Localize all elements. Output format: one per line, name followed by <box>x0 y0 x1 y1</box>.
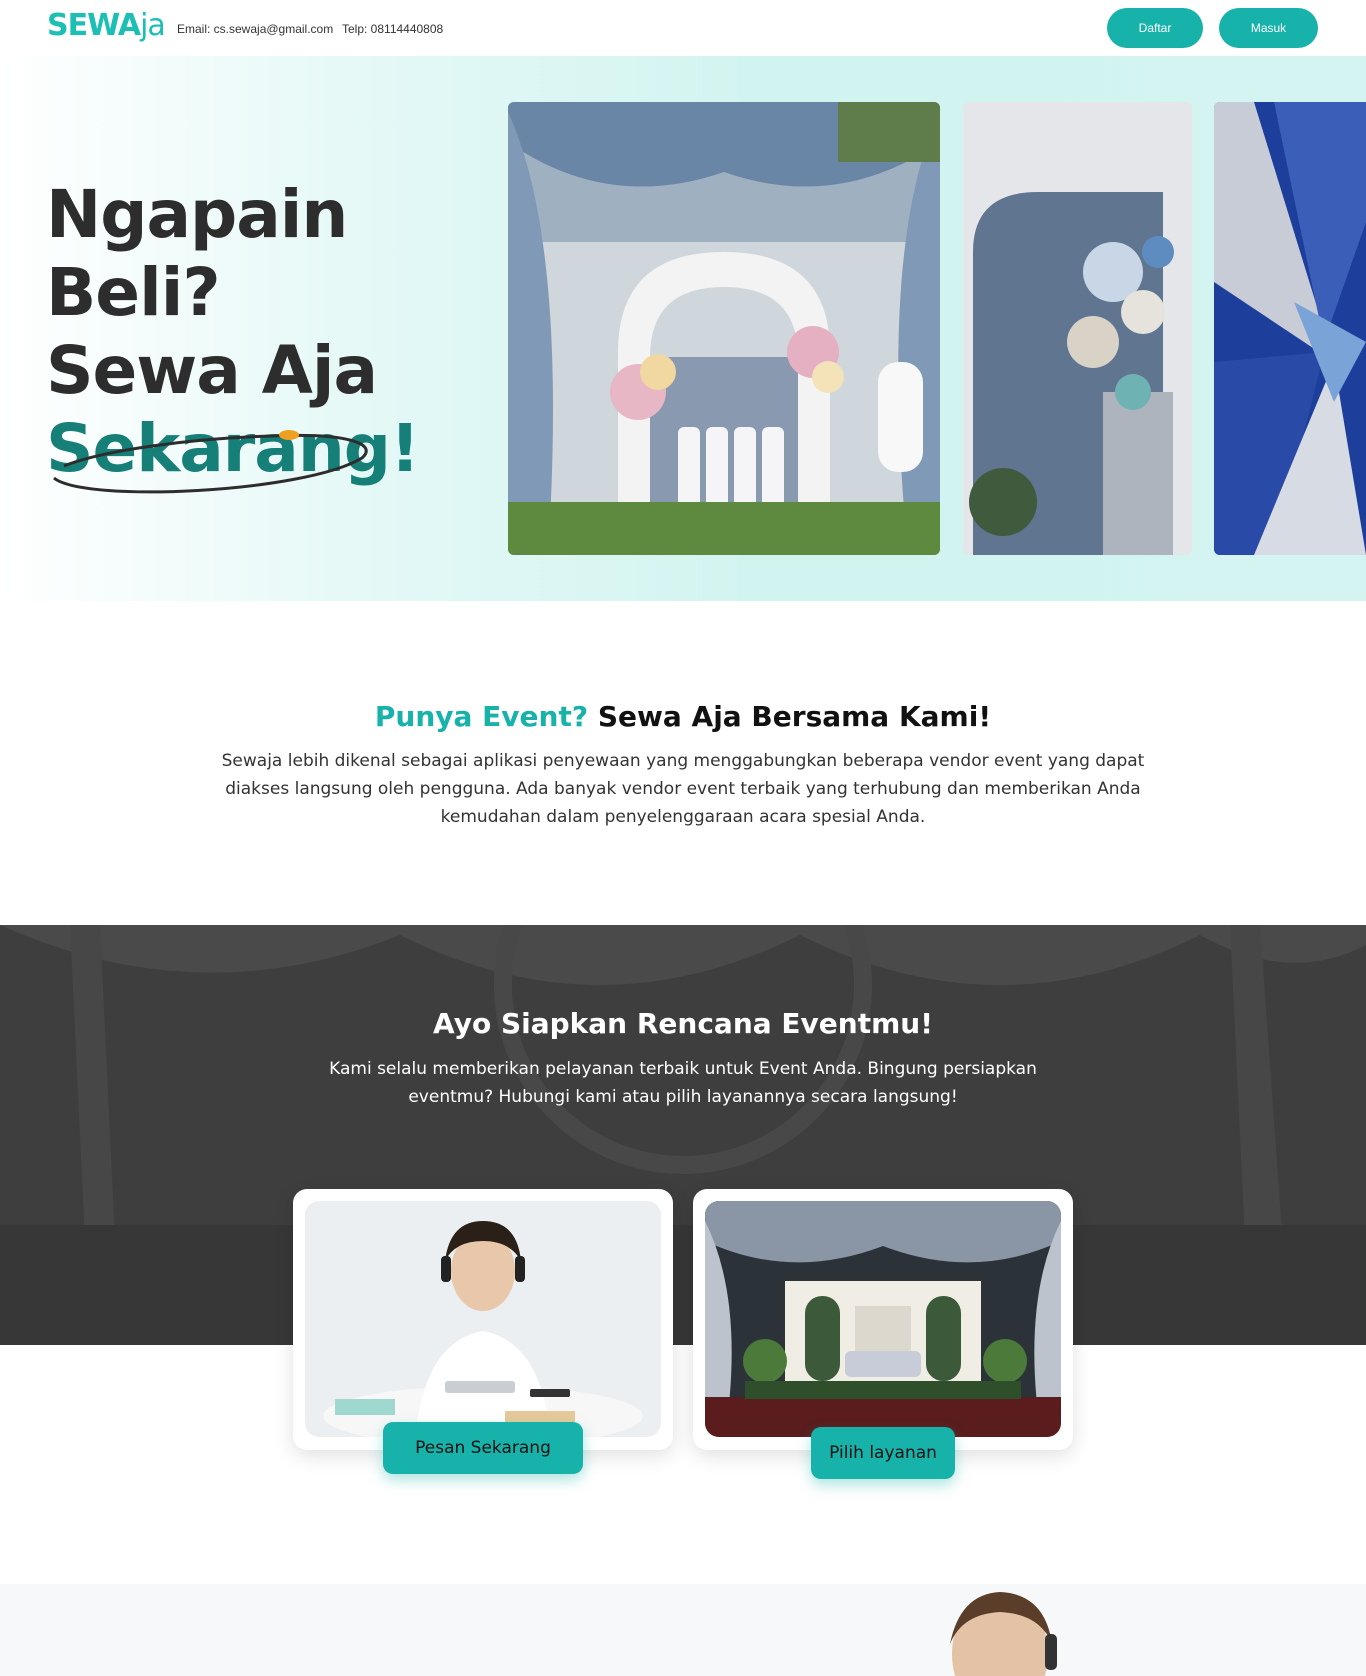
logo[interactable]: SEWAja <box>47 8 166 43</box>
pilih-layanan-button[interactable]: Pilih layanan <box>811 1427 955 1479</box>
daftar-button[interactable]: Daftar <box>1107 8 1203 48</box>
masuk-button[interactable]: Masuk <box>1219 8 1318 48</box>
contact-email: Email: cs.sewaja@gmail.com <box>177 22 334 36</box>
hero-image-flowers <box>963 102 1192 555</box>
plan-description: Kami selalu memberikan pelayanan terbaik… <box>329 1059 1037 1107</box>
site-header: SEWAja Email: cs.sewaja@gmail.com Telp: … <box>0 0 1366 56</box>
about-heading-accent: Punya Event? <box>374 700 589 733</box>
hero-section: Ngapain Beli? Sewa Aja Sekarang! <box>0 56 1366 601</box>
about-description: Sewaja lebih dikenal sebagai aplikasi pe… <box>221 751 1145 827</box>
logo-text-main: SEW <box>47 8 119 43</box>
hero-line-1: Ngapain <box>46 176 348 253</box>
hero-line-3: Sewa Aja <box>46 332 378 409</box>
about-heading-rest: Sewa Aja Bersama Kami! <box>588 700 992 733</box>
swoosh-decoration <box>53 430 368 494</box>
card-image-stage <box>705 1201 1061 1437</box>
next-section-image <box>950 1592 1057 1676</box>
plan-heading: Ayo Siapkan Rencana Eventmu! <box>433 1007 933 1040</box>
plan-background-image <box>0 925 1366 1345</box>
card-customer-service <box>293 1189 673 1450</box>
pesan-sekarang-button[interactable]: Pesan Sekarang <box>383 1422 583 1474</box>
contact-phone: Telp: 08114440808 <box>342 22 444 36</box>
plan-section: Ayo Siapkan Rencana Eventmu! Kami selalu… <box>0 925 1366 1345</box>
card-image-agent <box>305 1201 661 1437</box>
about-heading: Punya Event? Sewa Aja Bersama Kami! <box>0 700 1366 733</box>
card-services <box>693 1189 1073 1450</box>
logo-text-aja: ja <box>140 8 166 43</box>
hero-image-drapes <box>1214 102 1366 555</box>
logo-text-a: A <box>117 8 141 43</box>
hero-image-arch <box>508 102 940 555</box>
next-section <box>0 1584 1366 1676</box>
hero-line-2: Beli? <box>46 254 221 331</box>
